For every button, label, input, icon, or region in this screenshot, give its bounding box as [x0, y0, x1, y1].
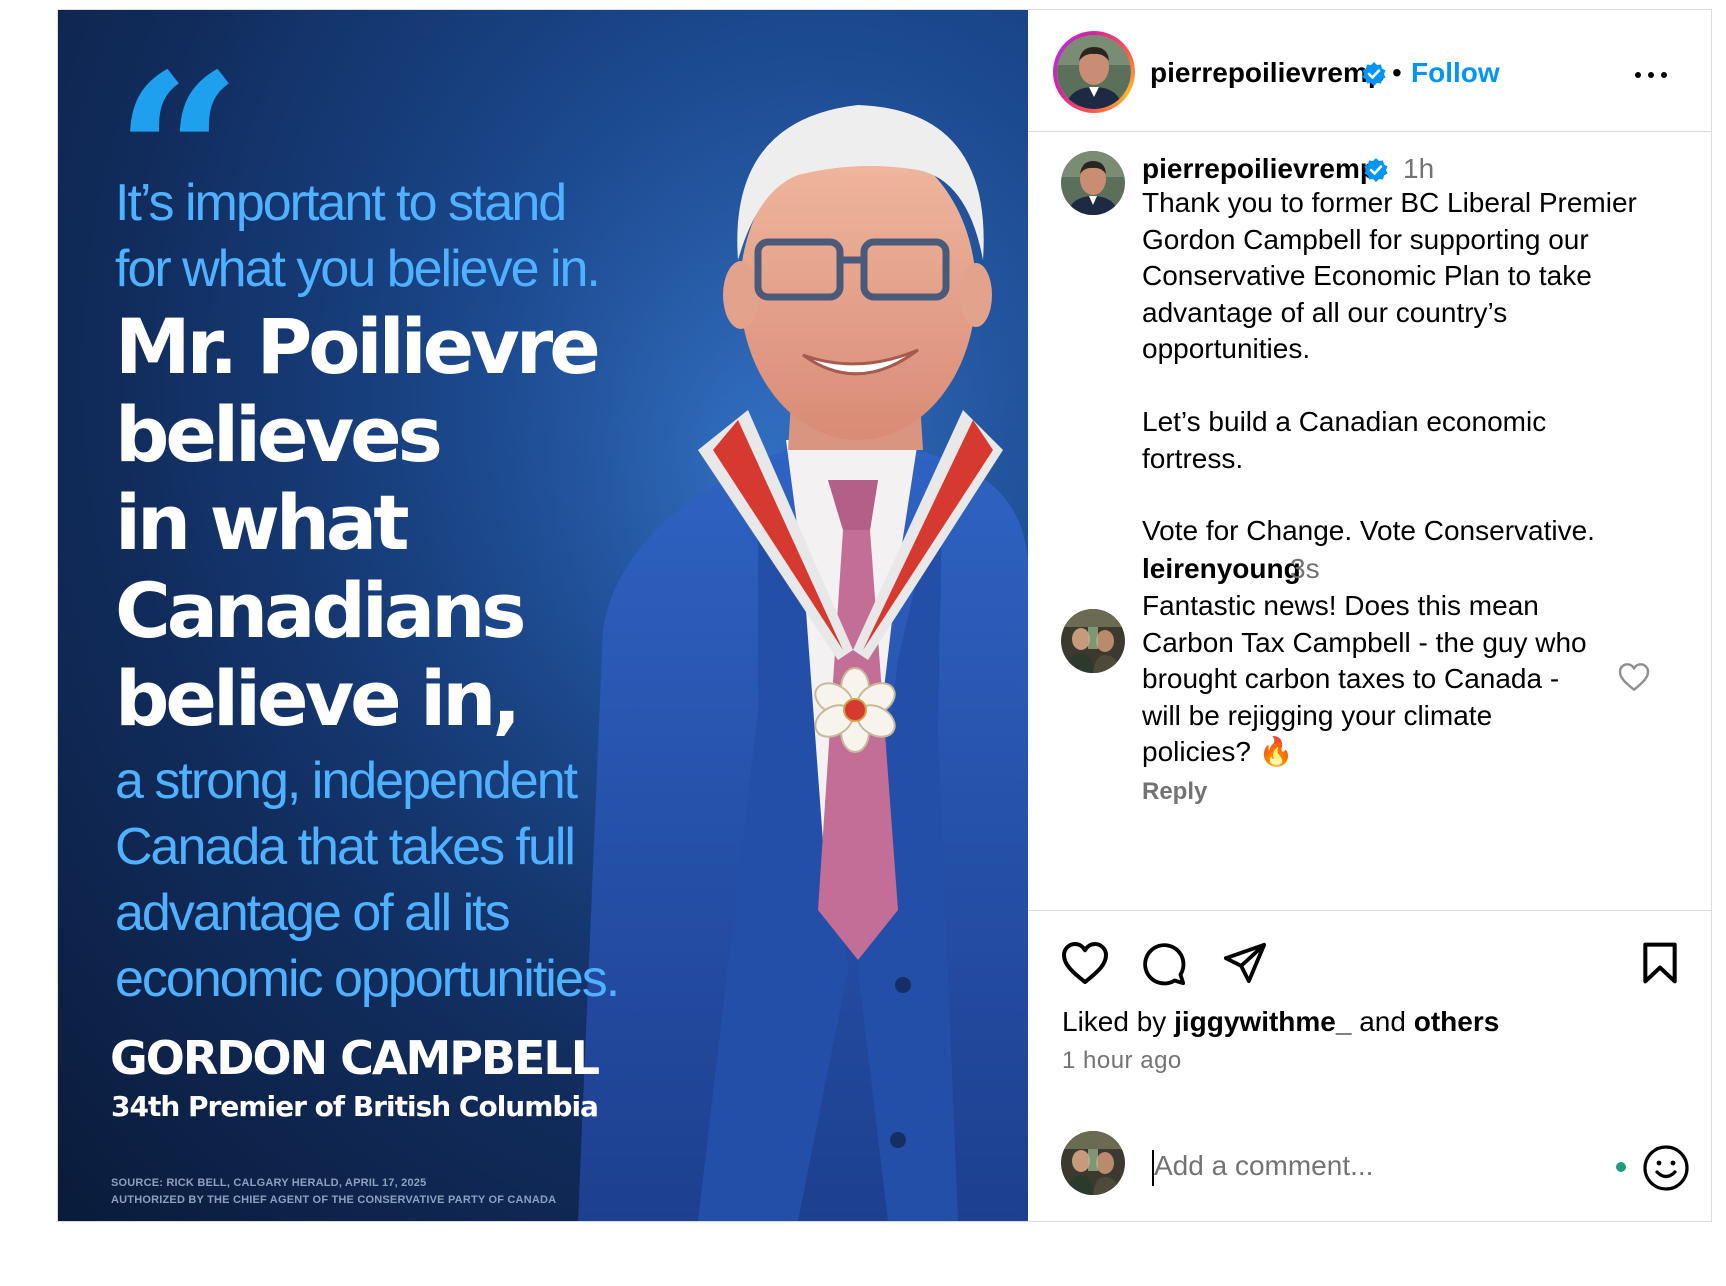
share-send-icon[interactable] — [1222, 941, 1268, 985]
speaker-title: 34th Premier of British Columbia — [111, 1090, 599, 1123]
commenter-avatar[interactable] — [1061, 609, 1125, 673]
instagram-post: “ It’s important to stand for what you b… — [57, 9, 1712, 1222]
caption-line: fortress. — [1142, 442, 1244, 474]
current-user-avatar — [1061, 1131, 1125, 1195]
caption-username[interactable]: pierrepoilievremp — [1142, 153, 1377, 185]
quote-line: a strong, independent — [115, 752, 578, 810]
quote-bold-line: Canadians — [115, 566, 527, 655]
authorization-notice: AUTHORIZED BY THE CHIEF AGENT OF THE CON… — [111, 1194, 557, 1206]
liked-by-others[interactable]: others — [1414, 1006, 1500, 1037]
caption-line: Let’s build a Canadian economic — [1142, 406, 1547, 437]
header-username[interactable]: pierrepoilievremp — [1150, 57, 1385, 89]
caption-line: opportunities. — [1142, 333, 1311, 364]
comment-composer — [1028, 1120, 1711, 1221]
commenter-username[interactable]: leirenyoung — [1142, 553, 1301, 585]
quote-line: advantage of all its — [115, 884, 511, 942]
comment-like-heart-icon[interactable] — [1618, 662, 1650, 692]
post-time-ago[interactable]: 1 hour ago — [1062, 1047, 1182, 1075]
speaker-name: GORDON CAMPBELL — [110, 1031, 600, 1085]
caption-avatar[interactable] — [1061, 151, 1125, 215]
header-separator: • — [1392, 57, 1402, 88]
quote-bold-line: Mr. Poilievre — [115, 302, 601, 391]
caption-timestamp[interactable]: 1h — [1403, 153, 1434, 185]
caption-line: Thank you to former BC Liberal Premier — [1142, 187, 1637, 218]
comment-bubble-icon[interactable] — [1141, 941, 1187, 987]
liked-by-and: and — [1359, 1006, 1406, 1037]
verified-badge-icon — [1364, 158, 1388, 182]
status-dot — [1616, 1162, 1626, 1172]
comment-line: Carbon Tax Campbell - the guy who — [1142, 626, 1587, 658]
liked-by-text: Liked by jiggywithme_ and others — [1062, 1006, 1499, 1038]
avatar — [1057, 35, 1131, 109]
post-header: pierrepoilievremp • Follow — [1028, 10, 1711, 132]
caption-line: Gordon Campbell for supporting our — [1142, 223, 1589, 255]
comment-timestamp[interactable]: 3s — [1290, 553, 1320, 585]
comment-line: brought carbon taxes to Canada - — [1142, 663, 1560, 694]
story-ring[interactable] — [1053, 31, 1135, 113]
comment-line: will be rejigging your climate — [1142, 699, 1493, 731]
verified-badge-icon — [1362, 62, 1386, 86]
quote-bold-line: believes — [115, 390, 443, 479]
quote-bold-line: in what — [115, 478, 410, 567]
follow-button[interactable]: Follow — [1411, 57, 1500, 89]
quote-bold-line: believe in, — [115, 654, 521, 743]
quote-line: Canada that takes full — [115, 818, 576, 876]
post-image[interactable]: “ It’s important to stand for what you b… — [58, 10, 1028, 1221]
comment-line: Fantastic news! Does this mean — [1142, 590, 1539, 621]
action-bar: Liked by jiggywithme_ and others 1 hour … — [1028, 910, 1711, 1140]
comment-line: policies? 🔥 — [1142, 736, 1294, 767]
reply-button[interactable]: Reply — [1142, 778, 1207, 806]
emoji-picker-icon[interactable] — [1642, 1144, 1690, 1192]
quote-line: economic opportunities. — [115, 950, 620, 1008]
comments-list[interactable]: pierrepoilievremp 1h Thank you to former… — [1028, 132, 1711, 910]
liked-by-user[interactable]: jiggywithme_ — [1174, 1006, 1351, 1037]
quote-line: It’s important to stand — [115, 174, 567, 232]
add-comment-input[interactable] — [1154, 1146, 1554, 1186]
source-credit: SOURCE: RICK BELL, CALGARY HERALD, APRIL… — [111, 1177, 427, 1189]
caption-line: advantage of all our country’s — [1142, 296, 1508, 328]
caption-line: Vote for Change. Vote Conservative. — [1142, 515, 1595, 546]
like-heart-icon[interactable] — [1061, 941, 1109, 985]
liked-by-prefix: Liked by — [1062, 1006, 1167, 1037]
post-sidebar: pierrepoilievremp • Follow pierrepoiliev… — [1028, 10, 1711, 1221]
more-options-icon[interactable] — [1631, 66, 1671, 86]
bookmark-save-icon[interactable] — [1641, 941, 1679, 985]
caption-line: Conservative Economic Plan to take — [1142, 260, 1592, 291]
quote-line: for what you believe in. — [115, 240, 601, 298]
